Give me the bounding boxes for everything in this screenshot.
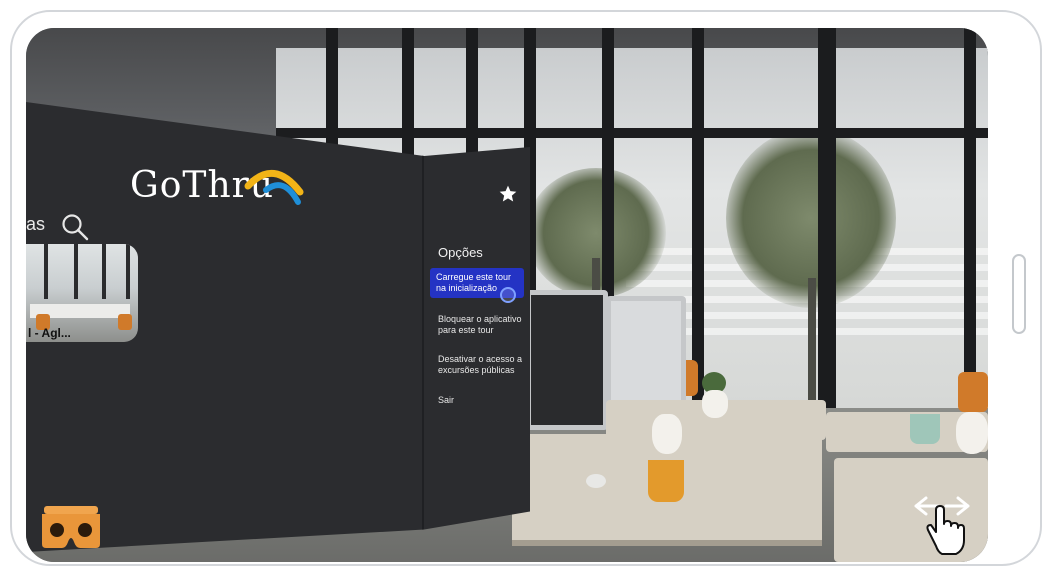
plant-pot — [702, 390, 728, 418]
star-icon[interactable] — [498, 184, 518, 204]
window-mullion — [818, 28, 836, 428]
window-beam — [276, 128, 988, 138]
tour-thumbnail[interactable]: l - Agl... — [26, 244, 138, 342]
window-mullion — [964, 28, 976, 428]
mug — [648, 460, 684, 502]
tour-thumbnail-caption: l - Agl... — [28, 326, 71, 340]
mug — [910, 414, 940, 444]
panel-divider — [422, 102, 424, 552]
cardboard-vr-icon[interactable] — [40, 504, 102, 550]
phone-side-button — [1012, 254, 1026, 334]
monitor — [606, 296, 686, 408]
gaze-cursor — [500, 287, 516, 303]
menu-item-exit[interactable]: Sair — [438, 395, 526, 406]
thumb-pillar — [126, 244, 130, 299]
tree-trunk — [808, 278, 816, 408]
options-menu-title: Opções — [438, 245, 483, 260]
computer-mouse — [586, 474, 606, 488]
pen-holder — [652, 414, 682, 454]
logo-arc-icon — [244, 169, 304, 205]
vr-viewport[interactable]: GoThru as l - Agl... Opções Carregue est… — [26, 28, 988, 562]
drag-pan-hand-icon[interactable] — [912, 494, 972, 556]
menu-item-lock-app-to-tour[interactable]: Bloquear o aplicativo para este tour — [438, 314, 526, 336]
search-label: as — [26, 214, 46, 234]
thumb-pillar — [44, 244, 48, 299]
thumb-pillar — [102, 244, 106, 299]
desk-edge — [512, 540, 822, 546]
search-icon[interactable] — [60, 212, 90, 242]
monitor — [526, 290, 608, 430]
vase — [956, 412, 988, 454]
thumb-chair — [118, 314, 132, 330]
menu-item-disable-public-tours[interactable]: Desativar o acesso a excursões públicas — [438, 354, 526, 376]
office-chair — [958, 372, 988, 412]
thumb-pillar — [74, 244, 78, 299]
